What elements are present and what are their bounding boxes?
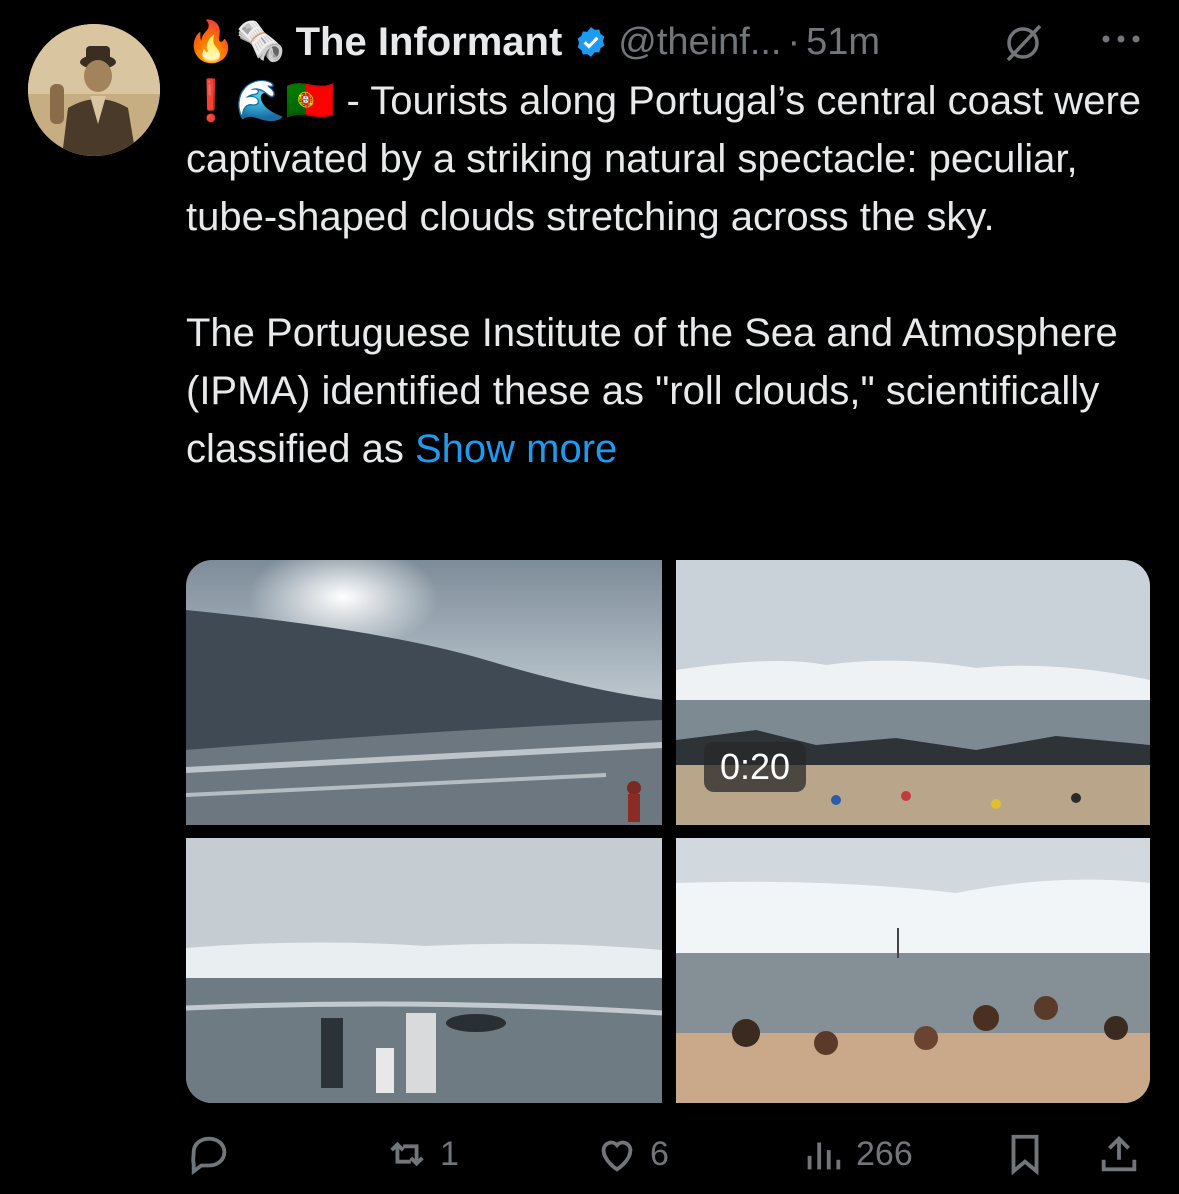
like-count: 6 <box>650 1134 669 1173</box>
media-photo-3[interactable] <box>676 838 1150 1103</box>
media-photo-1[interactable] <box>186 560 662 825</box>
like-button[interactable]: 6 <box>594 1124 669 1184</box>
media-photo-2[interactable] <box>186 838 662 1103</box>
paragraph-2: The Portuguese Institute of the Sea and … <box>186 304 1146 478</box>
views-count: 266 <box>856 1134 913 1173</box>
reply-icon <box>191 1136 227 1176</box>
media-video[interactable]: 0:20 <box>676 560 1150 825</box>
grok-icon[interactable] <box>1000 20 1046 66</box>
author-handle[interactable]: @theinf... <box>618 21 781 64</box>
share-icon <box>1101 1135 1137 1172</box>
media-grid: 0:20 <box>186 560 1150 1103</box>
bookmark-icon <box>1011 1134 1039 1176</box>
avatar[interactable] <box>28 24 160 156</box>
author-name[interactable]: The Informant <box>296 20 563 65</box>
timestamp[interactable]: 51m <box>806 21 880 64</box>
video-duration: 0:20 <box>704 742 807 792</box>
emoji-line: ❗🌊🇵🇹 <box>186 79 336 123</box>
like-icon <box>601 1140 633 1172</box>
tweet-text: ❗🌊🇵🇹 - Tourists along Portugal’s central… <box>186 72 1146 478</box>
retweet-count: 1 <box>440 1134 459 1173</box>
more-icon[interactable] <box>1096 24 1146 54</box>
share-button[interactable] <box>1096 1124 1142 1184</box>
retweet-button[interactable]: 1 <box>384 1124 459 1184</box>
bookmark-button[interactable] <box>1002 1124 1048 1184</box>
separator-dot: · <box>787 20 801 63</box>
retweet-icon <box>390 1141 424 1167</box>
paragraph-2-text: The Portuguese Institute of the Sea and … <box>186 311 1118 471</box>
reply-button[interactable] <box>186 1124 242 1184</box>
paragraph-1: ❗🌊🇵🇹 - Tourists along Portugal’s central… <box>186 72 1146 246</box>
verified-icon <box>577 27 605 57</box>
views-icon <box>807 1142 841 1170</box>
action-bar: 1 6 266 <box>186 1124 1150 1184</box>
emoji-prefix: 🔥🗞️ <box>186 20 286 64</box>
views-button[interactable]: 266 <box>800 1124 913 1184</box>
show-more-link[interactable]: Show more <box>415 427 617 471</box>
